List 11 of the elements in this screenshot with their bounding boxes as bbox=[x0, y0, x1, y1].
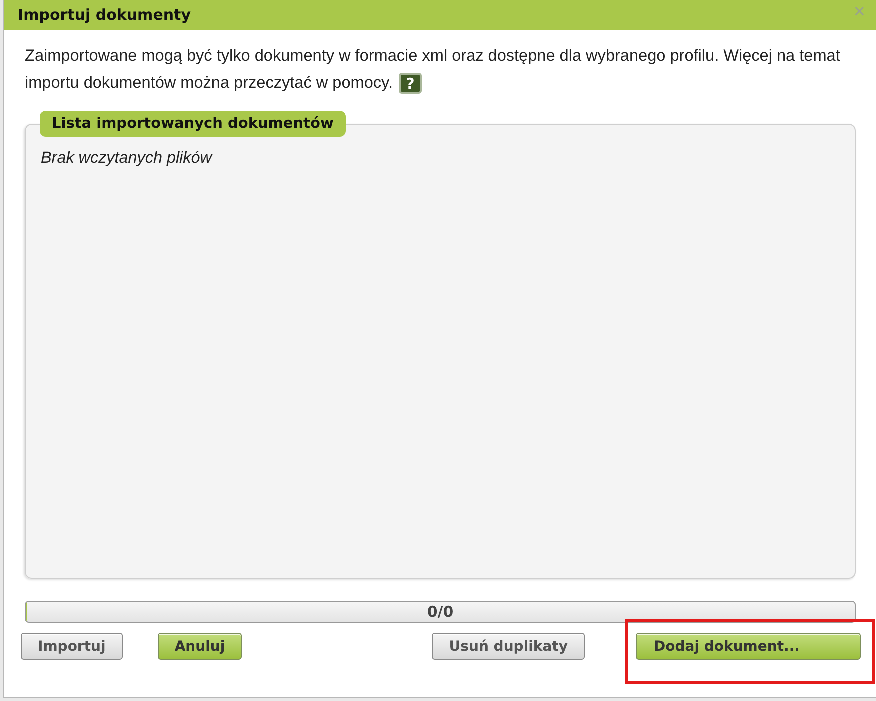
dialog-button[interactable]: Dodaj dokument... bbox=[636, 633, 861, 660]
dialog-button[interactable]: Importuj bbox=[21, 633, 123, 660]
empty-list-message: Brak wczytanych plików bbox=[41, 149, 212, 167]
help-button[interactable]: ? bbox=[398, 73, 422, 94]
intro-text: Zaimportowane mogą być tylko dokumenty w formacie xml oraz dostępne dla wybranego profilu. Więcej na temat bbox=[25, 46, 840, 67]
dialog-button[interactable]: Usuń duplikaty bbox=[432, 633, 585, 660]
intro-text: importu dokumentów można przeczytać w pomocy. bbox=[25, 73, 393, 94]
file-list-title: Lista importowanych dokumentów bbox=[40, 111, 346, 137]
progress-reading: 0/0 bbox=[427, 603, 454, 621]
window-title: Importuj dokumenty bbox=[18, 6, 191, 24]
dialog-button[interactable]: Anuluj bbox=[158, 633, 242, 660]
